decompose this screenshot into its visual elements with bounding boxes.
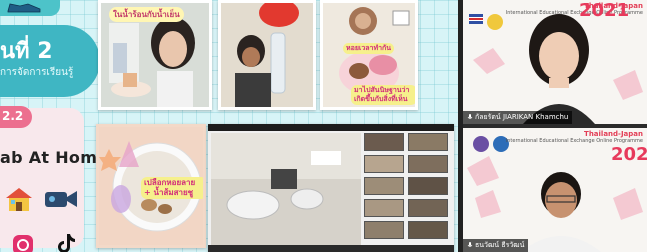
photo-shell-vinegar-bowl: เปลือกหอยลาย + น้ำส้มสายชู — [96, 124, 206, 248]
photo-girl-with-flask: ในน้ำร้อนกับน้ำเย็น — [98, 0, 212, 110]
slide-title: นที่ 2 — [0, 39, 53, 64]
participant-name-label: กัลยรัตน์ JIARIKAN Khamchu — [463, 111, 573, 124]
nested-screen-participant-tiles — [364, 133, 450, 245]
participant-tile — [408, 199, 448, 217]
section-card — [0, 108, 84, 248]
banner-year: 2021 — [579, 0, 630, 21]
instagram-icon — [13, 235, 33, 252]
banner-title: Thailand-Japan — [584, 130, 643, 138]
banner-year: 2021 — [611, 144, 647, 165]
nested-screen-photo — [208, 124, 454, 252]
microphone-icon — [467, 241, 473, 247]
photo-1-caption: ในน้ำร้อนกับน้ำเย็น — [109, 7, 184, 22]
participant-tile — [364, 155, 404, 173]
participant-video-tile[interactable]: Thailand-Japan International Educational… — [463, 0, 647, 124]
nested-screen-main-view — [211, 133, 361, 245]
participant-name: ธนวัฒน์ ธีรวัฒน์ — [475, 241, 525, 249]
slide-subtitle: การจัดการเรียนรู้ — [0, 67, 74, 78]
nested-screen-taskbar — [208, 245, 454, 252]
lab-title: ab At Home — [0, 148, 109, 167]
shared-slide: นที่ 2 การจัดการเรียนรู้ 2.2 ab At Home — [0, 0, 458, 252]
participant-tile — [408, 177, 448, 195]
microphone-icon — [467, 113, 473, 119]
photo-boy-with-balloon-image — [221, 3, 313, 107]
participant-name-label: ธนวัฒน์ ธีรวัฒน์ — [463, 239, 529, 252]
photo-shells-experiment: หอยเวลาทำกัน มาไปสันนิษฐานว่าเกิดขึ้นกับ… — [320, 0, 418, 110]
nested-screen-main-image — [211, 133, 361, 245]
institution-logo-icon — [487, 14, 503, 30]
participant-tile — [364, 177, 404, 195]
section-number: 2.2 — [2, 109, 24, 123]
slide-top-tab — [0, 0, 60, 16]
video-call-window: นที่ 2 การจัดการเรียนรู้ 2.2 ab At Home — [0, 0, 647, 252]
photo-boy-with-balloon — [218, 0, 316, 110]
participant-tile — [408, 221, 448, 239]
nested-screen-titlebar — [208, 124, 454, 131]
participant-tile — [408, 155, 448, 173]
participant-tile — [364, 133, 404, 151]
house-icon — [6, 188, 32, 211]
event-banner: Thailand-Japan International Educational… — [506, 130, 643, 144]
participant-video-tile[interactable]: Thailand-Japan International Educational… — [463, 128, 647, 252]
participant-tile — [364, 221, 404, 239]
participant-name: กัลยรัตน์ JIARIKAN Khamchu — [475, 113, 569, 121]
institution-logo-icon — [473, 136, 489, 152]
photo-4-caption: เปลือกหอยลาย + น้ำส้มสายชู — [141, 177, 203, 199]
participant-tile — [364, 199, 404, 217]
shoe-icon — [7, 3, 41, 13]
photo-3-caption-top: หอยเวลาทำกัน — [343, 43, 395, 54]
photo-3-caption-bottom: มาไปสันนิษฐานว่าเกิดขึ้นกับสิ่งที่เห็น — [351, 85, 415, 105]
participant-tile — [408, 133, 448, 151]
video-camera-icon — [45, 191, 77, 207]
tiktok-icon — [58, 234, 75, 252]
